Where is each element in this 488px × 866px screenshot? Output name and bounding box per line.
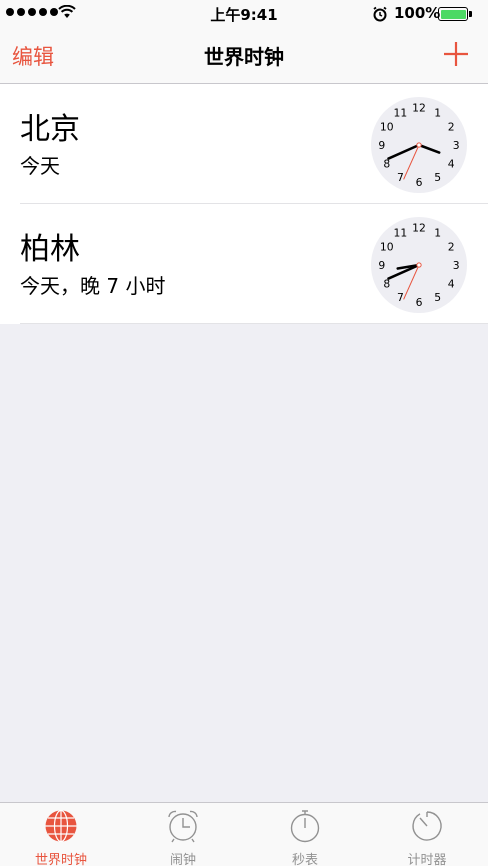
tab-timer[interactable]: 计时器	[366, 803, 488, 866]
day-offset: 今天，晚 7 小时	[20, 274, 166, 298]
clock-numeral: 3	[453, 139, 460, 152]
clock-numeral: 11	[394, 107, 408, 120]
status-bar: 上午9:41 100%	[0, 0, 488, 28]
clock-numeral: 9	[378, 259, 385, 272]
clock-numeral: 10	[380, 120, 394, 133]
clock-numeral: 4	[448, 158, 455, 171]
clock-numeral: 3	[453, 259, 460, 272]
timer-icon	[412, 811, 442, 841]
navigation-bar: 编辑 世界时钟	[0, 28, 488, 84]
battery-icon	[438, 7, 468, 21]
analog-clock-icon: 1234567891011 12	[370, 96, 468, 194]
add-city-button[interactable]	[438, 36, 474, 72]
clock-numeral: 5	[434, 291, 441, 304]
battery-tip	[469, 11, 472, 17]
clock-row[interactable]: 北京 今天 1 2 3 4 5 6 7 8 9 10 11 12	[0, 84, 488, 204]
battery-percentage: 100%	[394, 4, 441, 22]
clock-numeral: 11	[394, 227, 408, 240]
clock-numeral: 4	[448, 278, 455, 291]
day-offset: 今天	[20, 154, 60, 178]
stopwatch-icon	[290, 810, 320, 843]
city-name: 柏林	[20, 232, 80, 267]
clock-numeral: 10	[380, 240, 394, 253]
clock-numeral: 7	[397, 171, 404, 184]
clock-numeral: 2	[448, 240, 455, 253]
clock-numeral: 6	[416, 296, 423, 309]
clock-numeral: 1	[434, 227, 441, 240]
city-name: 北京	[20, 112, 80, 147]
clock-numeral: 2	[448, 120, 455, 133]
tab-label: 世界时钟	[34, 853, 87, 866]
clock-numeral: 9	[378, 139, 385, 152]
row-divider	[20, 323, 488, 324]
alarm-clock-icon	[168, 810, 198, 843]
clock-row[interactable]: 柏林 今天，晚 7 小时 1 2 3 4 5 6 7 8 9 10 11 12	[0, 204, 488, 324]
clock-numeral: 5	[434, 171, 441, 184]
clock-numeral: 6	[416, 176, 423, 189]
tab-label: 闹钟	[169, 853, 196, 866]
clock-numeral: 12	[412, 222, 426, 235]
clock-numeral: 7	[397, 291, 404, 304]
tab-stopwatch[interactable]: 秒表	[244, 803, 366, 866]
tab-world-clock[interactable]: 世界时钟	[0, 803, 122, 866]
tab-label: 秒表	[291, 853, 318, 866]
globe-icon	[45, 809, 77, 843]
tab-alarm[interactable]: 闹钟	[122, 803, 244, 866]
clock-numeral: 1	[434, 107, 441, 120]
tab-label: 计时器	[407, 853, 447, 866]
clock-center	[416, 142, 422, 148]
alarm-status-icon	[373, 6, 387, 22]
page-title: 世界时钟	[204, 45, 284, 69]
world-clock-screen: 上午9:41 100% 编辑 世界时钟 北京 今天 1 2 3 4 5 6 7 8 9 10 11 1…	[0, 0, 488, 866]
tab-bar: 世界时钟 闹钟 秒表 计时器	[0, 802, 488, 866]
plus-icon	[444, 42, 468, 66]
clock-list: 北京 今天 1 2 3 4 5 6 7 8 9 10 11 12 柏林 今天，晚 7 小时 12345…	[0, 84, 488, 324]
analog-clock-icon: 1234567891011 12	[370, 216, 468, 314]
clock-numeral: 12	[412, 102, 426, 115]
clock-center	[416, 262, 422, 268]
edit-button[interactable]: 编辑	[12, 41, 54, 71]
